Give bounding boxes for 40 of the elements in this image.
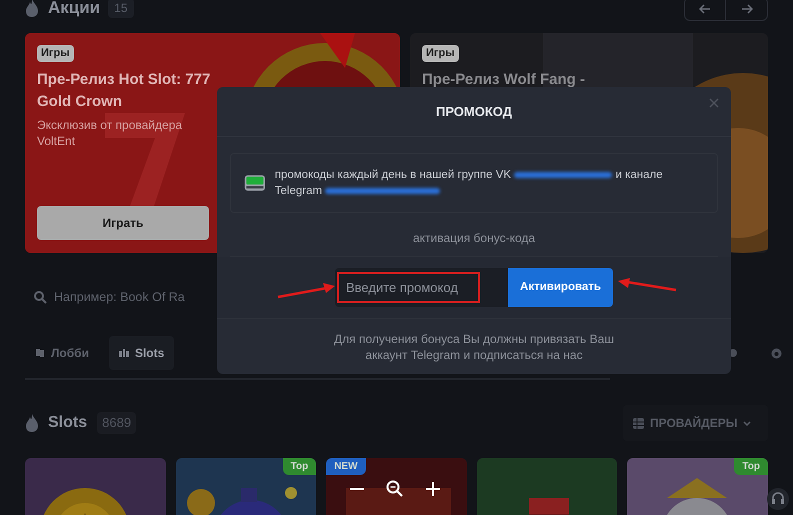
promo-subtitle: Эксклюзив от провайдера VoltEnt	[37, 116, 184, 148]
game-badge: NEW	[326, 458, 366, 475]
search-icon	[34, 290, 47, 304]
search-field[interactable]: Например: Book Of Ra	[54, 288, 204, 306]
arrow-right-icon	[740, 4, 752, 14]
annotation-arrow	[617, 278, 677, 294]
note-text: Для получения бонуса Вы должны привязать Ваш аккаунт Telegram и подписаться на нас	[333, 330, 615, 362]
zoom-in-icon[interactable]	[426, 482, 440, 496]
tag-label: Игры	[37, 45, 74, 62]
category-icon[interactable]	[771, 348, 782, 359]
magnifier-icon[interactable]	[386, 480, 403, 497]
play-button[interactable]: Играть	[37, 206, 209, 240]
arrow-left-icon	[699, 4, 711, 14]
category-tab[interactable]: Лобби	[25, 336, 99, 370]
zoom-out-icon[interactable]	[350, 488, 364, 491]
section-title: Slots	[48, 413, 88, 433]
tag-label: Игры	[422, 45, 459, 62]
promo-code-field[interactable]: Введите промокод	[335, 268, 508, 307]
cards-icon	[35, 348, 45, 358]
slot-icon	[118, 348, 129, 358]
promo-title: Пре-Релиз Hot Slot: 777 Gold Crown	[37, 70, 212, 112]
flame-icon	[25, 414, 39, 432]
section-title: Акции	[48, 0, 100, 20]
dialog-title: ПРОМОКОД	[436, 102, 512, 121]
blurred-link[interactable]	[514, 172, 612, 178]
annotation-arrow	[277, 283, 337, 299]
count-badge: 15	[108, 0, 134, 18]
count-badge: 8689	[97, 412, 136, 434]
game-badge: Top	[282, 458, 316, 475]
promo-title: Пре-Релиз Wolf Fang -	[422, 70, 586, 90]
flame-icon	[25, 0, 39, 17]
grid-icon	[633, 418, 644, 428]
game-badge: Top	[734, 458, 768, 475]
category-tab[interactable]: Slots	[108, 336, 174, 370]
device-icon	[244, 172, 266, 194]
activate-button[interactable]: Активировать	[508, 268, 613, 307]
chevron-down-icon	[743, 420, 752, 426]
info-text: промокоды каждый день в нашей группе VK и канале Telegram	[274, 168, 664, 199]
headset-icon[interactable]	[767, 488, 789, 510]
section-label: активация бонус-кода	[412, 230, 536, 247]
